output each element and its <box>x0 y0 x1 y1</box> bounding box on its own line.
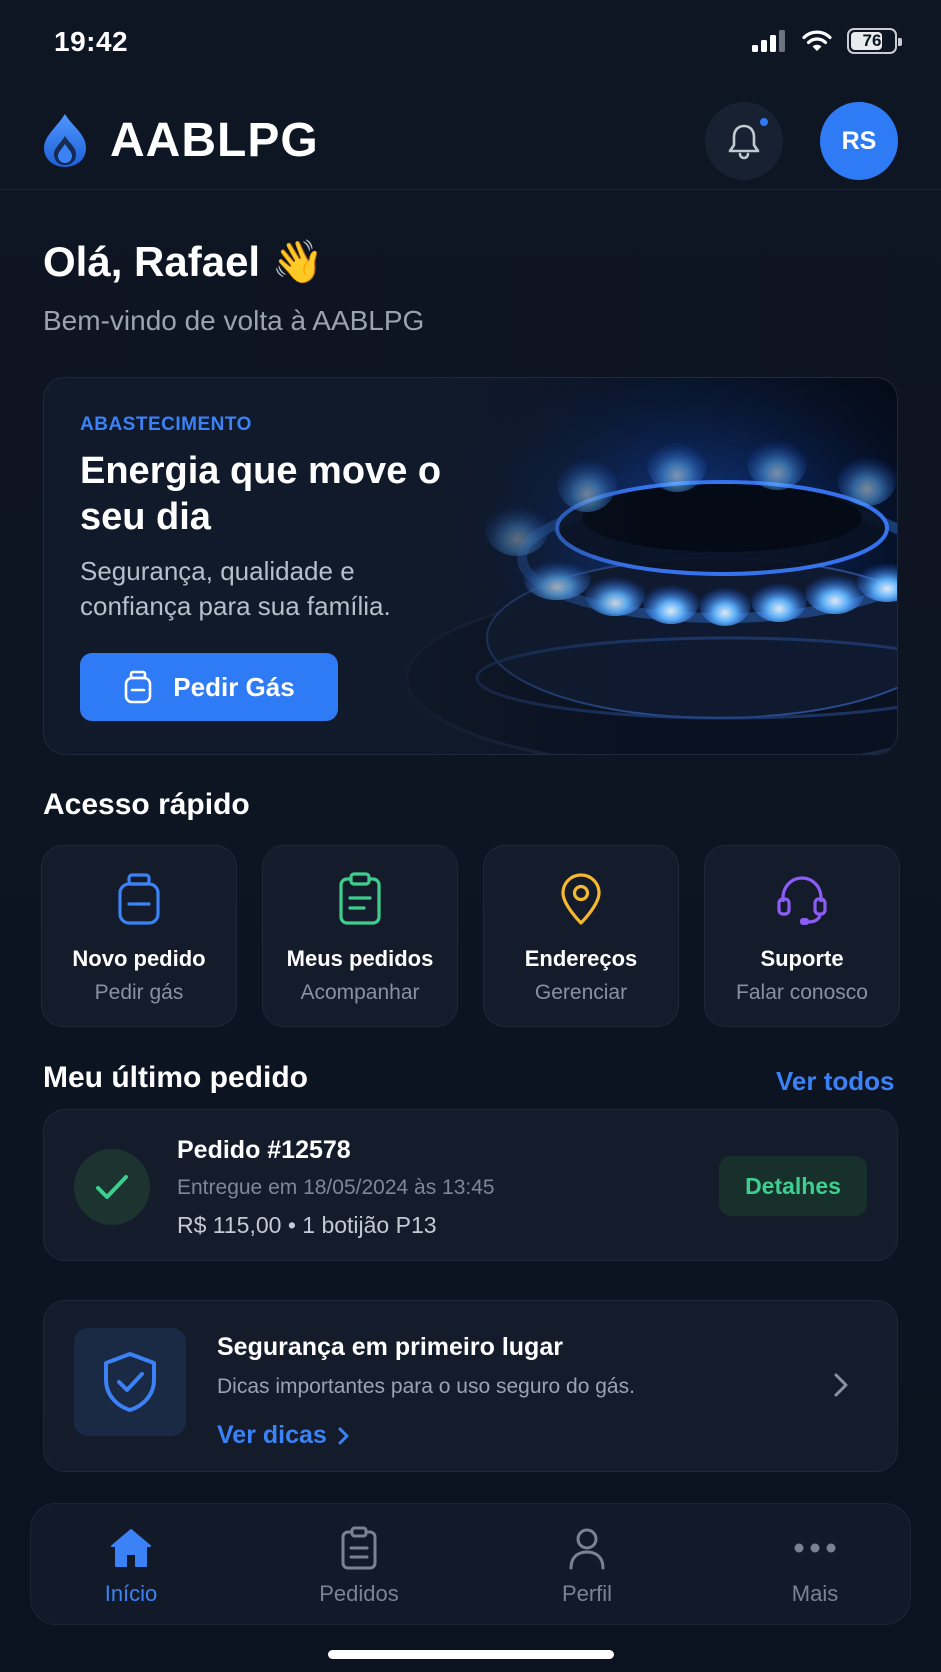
see-tips-label: Ver dicas <box>217 1421 327 1449</box>
avatar[interactable]: RS <box>820 102 898 180</box>
tab-profile[interactable]: Perfil <box>487 1504 687 1624</box>
last-order-card[interactable]: Pedido #12578 Entregue em 18/05/2024 às … <box>43 1109 898 1261</box>
battery-text: 76 <box>862 31 882 50</box>
app-name: AABLPG <box>110 113 319 167</box>
tab-profile-label: Perfil <box>561 1581 613 1606</box>
logo: AABLPG <box>42 112 319 168</box>
gas-cylinder-icon <box>124 670 152 704</box>
tab-orders-icon-wrap <box>259 1524 459 1572</box>
order-gas-button[interactable]: Pedir Gás <box>80 653 338 721</box>
order-date: Entregue em 18/05/2024 às 13:45 <box>177 1176 495 1199</box>
last-order-title: Meu último pedido <box>43 1061 308 1094</box>
quick-new-order[interactable]: Novo pedido Pedir gás <box>41 845 237 1027</box>
tab-home-label: Início <box>104 1581 158 1606</box>
app-screen: 19:42 76 AABLPG RS Olá, Rafael 👋 Bem-vin… <box>0 0 941 1672</box>
map-pin-icon <box>561 873 601 925</box>
home-indicator[interactable] <box>328 1650 614 1659</box>
quick-addresses-label: Endereços <box>524 946 638 971</box>
hero-banner: ABASTECIMENTO Energia que move o seu dia… <box>43 377 898 755</box>
safety-title: Segurança em primeiro lugar <box>217 1333 563 1361</box>
order-details-button[interactable]: Detalhes <box>719 1156 867 1216</box>
tab-more-label: Mais <box>791 1581 839 1606</box>
status-time: 19:42 <box>54 26 129 57</box>
chevron-right-icon <box>834 1373 848 1397</box>
quick-new-order-icon-wrap <box>42 872 236 926</box>
more-icon <box>794 1543 836 1553</box>
quick-support-icon-wrap <box>705 872 899 926</box>
home-icon <box>111 1529 151 1567</box>
clipboard-icon <box>339 872 381 925</box>
tab-orders[interactable]: Pedidos <box>259 1504 459 1624</box>
shield-check-icon <box>104 1352 156 1412</box>
greeting-subtitle: Bem-vindo de volta à AABLPG <box>43 305 425 336</box>
quick-addresses[interactable]: Endereços Gerenciar <box>483 845 679 1027</box>
signal-icon <box>752 30 785 52</box>
hero-text: Segurança, qualidade e confiança para su… <box>80 556 391 621</box>
user-icon <box>569 1528 605 1570</box>
delivered-status-icon <box>74 1149 150 1225</box>
quick-access-title: Acesso rápido <box>43 788 250 821</box>
safety-icon-wrap <box>74 1328 186 1436</box>
order-gas-label: Pedir Gás <box>173 671 295 702</box>
tab-home-icon-wrap <box>31 1524 231 1572</box>
quick-support[interactable]: Suporte Falar conosco <box>704 845 900 1027</box>
quick-my-orders-icon-wrap <box>263 872 457 926</box>
hero-tag: ABASTECIMENTO <box>80 414 252 435</box>
tab-profile-icon-wrap <box>487 1524 687 1572</box>
clipboard-icon <box>341 1526 377 1570</box>
quick-my-orders-sub: Acompanhar <box>300 981 420 1004</box>
quick-addresses-icon-wrap <box>484 872 678 926</box>
safety-card[interactable]: Segurança em primeiro lugar Dicas import… <box>43 1300 898 1472</box>
order-meta: R$ 115,00 • 1 botijão P13 <box>177 1212 437 1238</box>
quick-support-sub: Falar conosco <box>736 981 868 1004</box>
notification-badge <box>758 116 770 128</box>
chevron-right-icon <box>338 1427 349 1444</box>
notifications-button[interactable] <box>705 102 783 180</box>
app-header: AABLPG RS <box>0 96 941 190</box>
see-tips-link[interactable]: Ver dicas <box>217 1421 351 1450</box>
tab-home[interactable]: Início <box>31 1504 231 1624</box>
quick-new-order-sub: Pedir gás <box>94 981 184 1004</box>
quick-my-orders[interactable]: Meus pedidos Acompanhar <box>262 845 458 1027</box>
quick-addresses-sub: Gerenciar <box>534 981 628 1004</box>
bell-icon <box>728 124 760 160</box>
quick-my-orders-label: Meus pedidos <box>286 946 434 971</box>
see-all-link[interactable]: Ver todos <box>776 1066 894 1097</box>
hero-title: Energia que move o seu dia <box>80 450 442 538</box>
status-icons: 76 <box>751 28 902 54</box>
tab-bar: Início Pedidos Perfil Mais <box>30 1503 911 1625</box>
wifi-icon <box>802 30 832 51</box>
order-number: Pedido #12578 <box>177 1136 351 1164</box>
battery-indicator: 76 <box>847 28 902 54</box>
quick-support-label: Suporte <box>760 946 844 971</box>
flame-logo-icon <box>44 114 86 167</box>
tab-more[interactable]: Mais <box>715 1504 915 1624</box>
headset-icon <box>777 876 827 925</box>
greeting-title: Olá, Rafael 👋 <box>43 238 325 285</box>
quick-new-order-label: Novo pedido <box>72 946 206 971</box>
tab-more-icon-wrap <box>715 1524 915 1572</box>
gas-cylinder-icon <box>118 873 160 925</box>
tab-orders-label: Pedidos <box>319 1581 399 1606</box>
safety-text: Dicas importantes para o uso seguro do g… <box>217 1375 635 1398</box>
checkmark-icon <box>96 1175 128 1199</box>
status-bar: 19:42 76 <box>0 0 941 88</box>
